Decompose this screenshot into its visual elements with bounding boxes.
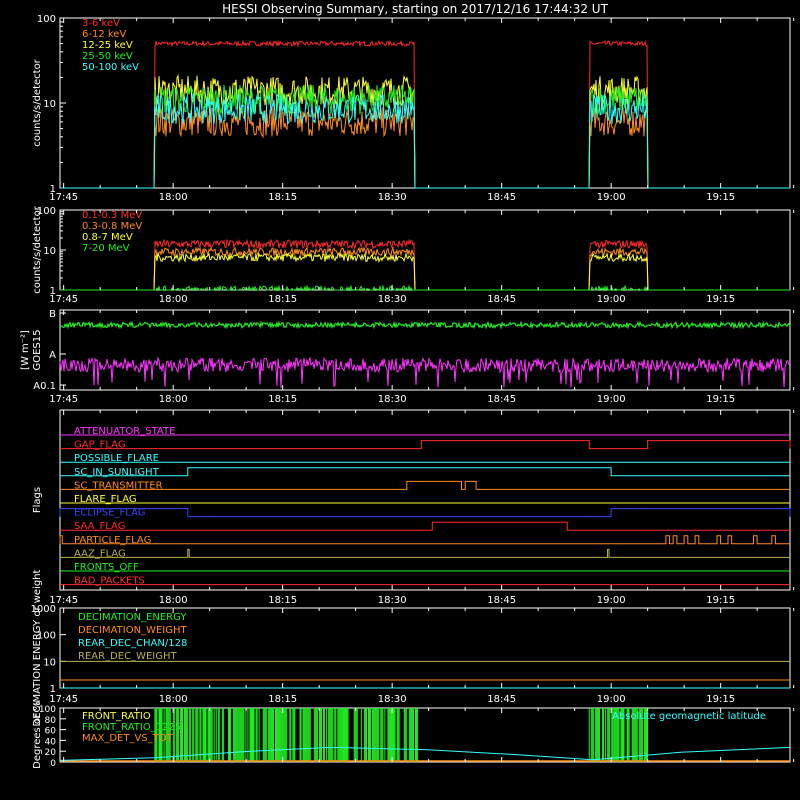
- y-tick-label: 0: [50, 759, 56, 769]
- flags-frame: [59, 409, 791, 591]
- y-axis-label: Flags: [32, 487, 43, 513]
- y-tick-label: 60: [45, 727, 57, 737]
- x-tick-label: 19:15: [706, 192, 735, 203]
- legend-entry: 6-12 keV: [82, 29, 126, 40]
- x-tick-label: 18:15: [268, 694, 297, 705]
- x-tick-label: 18:30: [378, 694, 407, 705]
- hessi-summary-plot: HESSI Observing Summary, starting on 201…: [0, 0, 800, 800]
- goes-short-line: [59, 356, 791, 389]
- goes-long-line: [60, 320, 791, 330]
- y-tick-label: A: [49, 350, 56, 361]
- legend-entry: DECIMATION_ENERGY: [78, 612, 187, 623]
- x-tick-label: 18:45: [487, 192, 516, 203]
- y-tick-label: 10: [43, 99, 56, 110]
- y-tick-label: A0.1: [33, 381, 56, 392]
- x-tick-label: 18:00: [159, 595, 188, 606]
- flag-line-aaz-flag: [60, 548, 790, 558]
- legend-entry: REAR_DEC_WEIGHT: [78, 651, 177, 662]
- summary-svg: HESSI Observing Summary, starting on 201…: [20, 2, 795, 769]
- y-tick-label: B: [49, 309, 56, 320]
- x-tick-label: 18:45: [487, 294, 516, 305]
- y-axis-label: counts/s/detector: [32, 58, 43, 146]
- series-line-50-100-kev: [60, 93, 790, 189]
- x-tick-label: 18:00: [159, 294, 188, 305]
- legend-entry: 25-50 keV: [82, 51, 133, 62]
- x-tick-label: 18:15: [268, 192, 297, 203]
- y-tick-label: 100: [37, 14, 56, 25]
- flag-line-eclipse-flag: [59, 508, 791, 518]
- x-tick-label: 18:45: [487, 394, 516, 405]
- legend-entry: FRONT_RATIO_1225: [82, 722, 181, 733]
- x-tick-label: 17:45: [49, 694, 78, 705]
- legend-entry: 0.8-7 MeV: [82, 232, 133, 243]
- series-line-7-20-mev: [60, 284, 790, 292]
- flag-line-saa-flag: [60, 521, 790, 531]
- x-tick-label: 18:45: [487, 595, 516, 606]
- x-tick-label: 19:15: [706, 694, 735, 705]
- x-tick-label: 18:30: [378, 294, 407, 305]
- x-tick-label: 18:45: [487, 694, 516, 705]
- x-tick-label: 18:15: [268, 394, 297, 405]
- x-tick-label: 19:00: [597, 192, 626, 203]
- legend-entry: FRONT_RATIO: [82, 711, 151, 722]
- flag-line-sc-in-sunlight: [60, 467, 790, 477]
- y-tick-label: 100: [37, 631, 56, 642]
- flag-line-particle-flag: [59, 535, 790, 545]
- y-tick-label: 10: [43, 246, 56, 257]
- x-tick-label: 18:00: [159, 694, 188, 705]
- x-tick-label: 17:45: [49, 394, 78, 405]
- legend-entry: 7-20 MeV: [82, 243, 130, 254]
- panels-group: counts/s/detector110100 3-6 keV6-12 keV12…: [20, 14, 795, 769]
- y-tick-label: 20: [45, 748, 57, 758]
- panel-highenergy-frame: [59, 209, 791, 291]
- y-tick-label: 100: [37, 206, 56, 217]
- legend-entry: MAX_DET_VS_TOT: [82, 733, 174, 744]
- x-tick-label: 19:15: [706, 394, 735, 405]
- y-tick-label: 100: [39, 705, 56, 715]
- y-tick-label: 40: [45, 737, 57, 747]
- legend-entry: DECIMATION_WEIGHT: [78, 625, 187, 636]
- series-line-0-1-0-3-mev: [60, 238, 790, 291]
- x-tick-label: 18:00: [159, 394, 188, 405]
- legend-entry: Absolute geomagnetic latitude: [612, 711, 766, 722]
- legend-entry: 12-25 keV: [82, 40, 133, 51]
- y-tick-label: 10: [43, 657, 56, 668]
- y-tick-label: 80: [45, 716, 57, 726]
- legend-entry: 50-100 keV: [82, 62, 139, 73]
- goes-frame: [59, 309, 791, 391]
- x-tick-label: 19:00: [597, 294, 626, 305]
- x-tick-label: 18:15: [268, 294, 297, 305]
- plot-title: HESSI Observing Summary, starting on 201…: [222, 2, 608, 16]
- legend-entry: 3-6 keV: [82, 18, 120, 29]
- legend-entry: REAR_DEC_CHAN/128: [78, 638, 187, 649]
- y-axis-label: counts/s/detector: [32, 205, 43, 293]
- x-tick-label: 19:00: [597, 394, 626, 405]
- x-tick-label: 18:15: [268, 595, 297, 606]
- x-tick-label: 17:45: [49, 294, 78, 305]
- legend-entry: 0.1-0.3 MeV: [82, 210, 142, 221]
- y-tick-label: 1000: [31, 604, 56, 615]
- x-tick-label: 19:00: [597, 595, 626, 606]
- x-tick-label: 19:15: [706, 294, 735, 305]
- y-axis-units: [W m⁻²]: [20, 330, 31, 370]
- x-tick-label: 17:45: [49, 192, 78, 203]
- series-line-0-3-0-8-mev: [60, 246, 790, 291]
- x-tick-label: 18:00: [159, 192, 188, 203]
- flag-label: ECLIPSE_FLAG: [74, 508, 145, 519]
- x-tick-label: 18:30: [378, 595, 407, 606]
- series-line-0-8-7-mev: [60, 251, 790, 291]
- flag-line-sc-transmitter: [60, 480, 790, 490]
- x-tick-label: 18:30: [378, 394, 407, 405]
- x-tick-label: 19:00: [597, 694, 626, 705]
- x-tick-label: 18:30: [378, 192, 407, 203]
- x-tick-label: 19:15: [706, 595, 735, 606]
- y-axis-label: GOES15: [32, 329, 43, 370]
- legend-entry: 0.3-0.8 MeV: [82, 221, 142, 232]
- flag-line-gap-flag: [60, 440, 791, 450]
